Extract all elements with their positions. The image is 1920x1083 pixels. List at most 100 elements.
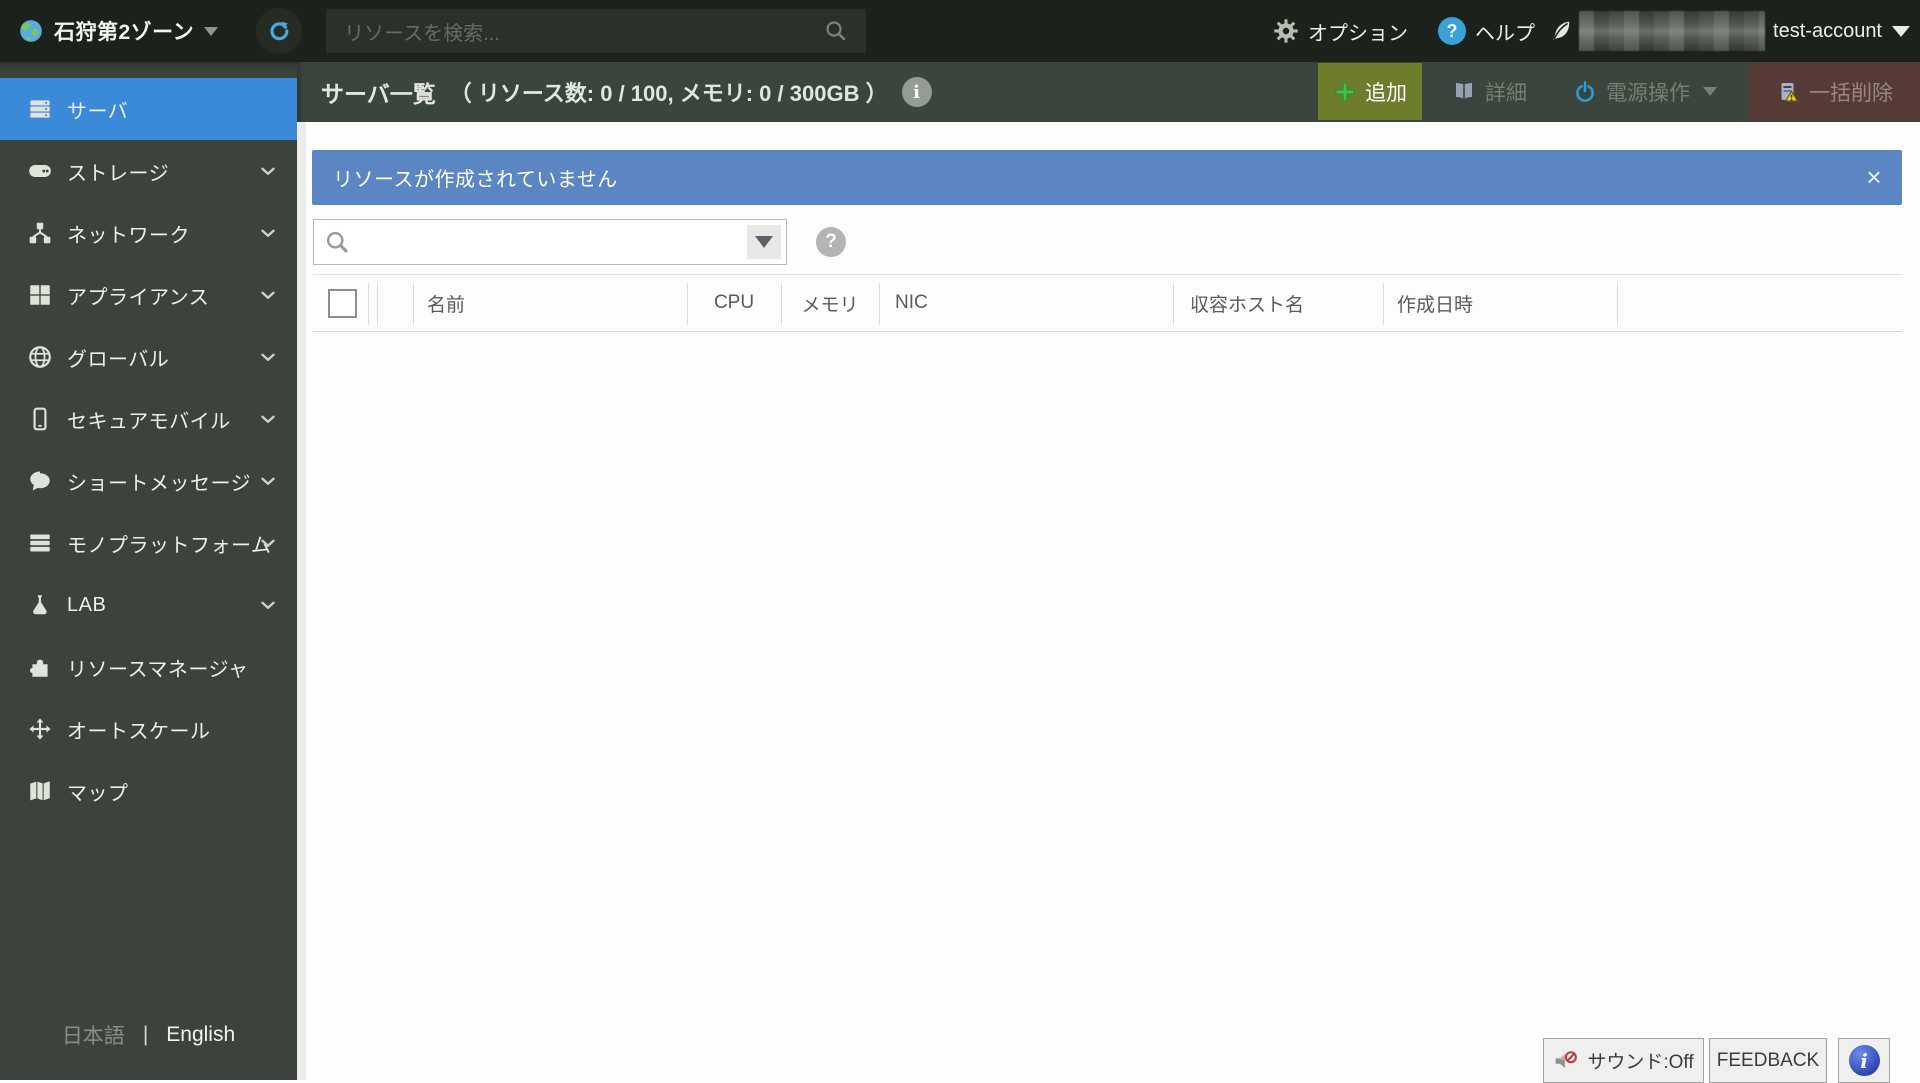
column-header: メモリ: [801, 294, 859, 316]
language-switcher: 日本語 | English: [0, 1020, 297, 1050]
sound-toggle-button[interactable]: サウンド:Off: [1543, 1038, 1704, 1083]
options-label: オプション: [1308, 22, 1409, 45]
sidebar-item-auto-scale[interactable]: オートスケール: [0, 698, 297, 760]
language-english-link[interactable]: English: [166, 1023, 235, 1047]
sidebar-item-label: LAB: [67, 593, 107, 616]
topbar-right: オプション ? ヘルプ test-account: [1273, 11, 1920, 51]
sidebar-item-label: ネットワーク: [67, 224, 190, 247]
column-header: CPU: [713, 292, 755, 313]
sidebar-item-short-message[interactable]: ショートメッセージ: [0, 450, 297, 512]
chevron-down-icon: [204, 26, 219, 36]
bulk-delete-button[interactable]: 一括削除: [1749, 63, 1920, 120]
sidebar-item-storage[interactable]: ストレージ: [0, 140, 297, 202]
chevron-down-icon: [1703, 87, 1717, 96]
globe-logo-icon: [20, 20, 42, 42]
account-name-redacted: [1579, 11, 1766, 51]
topbar: 石狩第2ゾーン リソースを検索... オプション ? ヘルプ test-acco…: [0, 0, 1920, 62]
sidebar-item-secure-mobile[interactable]: セキュアモバイル: [0, 388, 297, 450]
info-icon[interactable]: i: [901, 77, 932, 107]
account-label: test-account: [1773, 19, 1882, 42]
short-message-icon: [26, 467, 54, 495]
server-table-header: 名前 CPU メモリ NIC 収容ホスト名 作成日時: [313, 274, 1902, 332]
select-all-checkbox[interactable]: [328, 289, 357, 318]
resource-manager-icon: [26, 653, 54, 681]
main-content: リソースが作成されていません × ? 名前 CPU メモリ NIC 収容ホスト名 作成日時: [297, 122, 1920, 1080]
empty-resource-banner: リソースが作成されていません ×: [312, 150, 1902, 205]
support-info-button[interactable]: i: [1838, 1038, 1890, 1083]
column-separator: [1617, 283, 1618, 325]
sidebar-item-label: ショートメッセージ: [67, 472, 252, 495]
resource-quota-summary: （ リソース数: 0 / 100, メモリ: 0 / 300GB ）: [449, 81, 888, 106]
sidebar-item-global[interactable]: グローバル: [0, 326, 297, 388]
gear-icon: [1274, 19, 1298, 43]
chevron-down-icon: [257, 470, 279, 492]
delete-server-warning-icon: [1781, 82, 1799, 102]
sidebar-item-label: ストレージ: [67, 162, 170, 185]
column-header: 名前: [427, 294, 466, 316]
options-menu[interactable]: オプション: [1273, 17, 1408, 46]
filter-help-icon[interactable]: ?: [816, 227, 846, 257]
lab-icon: [26, 591, 54, 619]
server-icon: [26, 95, 54, 123]
filter-bar: ?: [313, 219, 846, 265]
sidebar-item-resource-manager[interactable]: リソースマネージャ: [0, 636, 297, 698]
power-icon: [1576, 80, 1594, 102]
feedback-button[interactable]: FEEDBACK: [1709, 1038, 1827, 1083]
sidebar-item-appliance[interactable]: アプライアンス: [0, 264, 297, 326]
speaker-muted-icon: [1556, 1050, 1578, 1068]
close-icon[interactable]: ×: [1858, 162, 1890, 194]
chevron-down-icon: [257, 594, 279, 616]
sidebar-item-server[interactable]: サーバ: [0, 78, 297, 140]
column-separator: [377, 283, 378, 325]
filter-dropdown-button[interactable]: [747, 225, 781, 259]
content-left-gutter: [297, 122, 306, 1080]
sidebar-nav: サーバ ストレージ ネットワーク アプライアンス グローバル セキュアモバイル …: [0, 62, 297, 822]
add-button[interactable]: 追加: [1318, 63, 1422, 120]
filter-search-input[interactable]: [313, 219, 787, 265]
refresh-button[interactable]: [256, 8, 303, 54]
global-icon: [26, 343, 54, 371]
chevron-down-icon: [257, 284, 279, 306]
help-menu[interactable]: ? ヘルプ: [1438, 17, 1535, 46]
chevron-down-icon: [257, 222, 279, 244]
chevron-down-icon: [1892, 25, 1910, 37]
language-divider: |: [142, 1023, 149, 1046]
info-icon: i: [1848, 1045, 1880, 1076]
sidebar-item-label: グローバル: [67, 348, 170, 371]
sidebar-item-label: モノプラットフォーム: [67, 534, 272, 557]
details-button[interactable]: 詳細: [1436, 63, 1543, 120]
search-icon: [826, 21, 846, 41]
help-label: ヘルプ: [1475, 22, 1536, 45]
chevron-down-icon: [257, 408, 279, 430]
banner-message: リソースが作成されていません: [333, 169, 618, 191]
network-icon: [26, 219, 54, 247]
sidebar-item-label: オートスケール: [67, 720, 211, 743]
column-separator: [368, 283, 369, 325]
sidebar: サーバ ストレージ ネットワーク アプライアンス グローバル セキュアモバイル …: [0, 62, 297, 1080]
mono-platform-icon: [26, 529, 54, 557]
chevron-down-icon: [257, 346, 279, 368]
global-search-input[interactable]: リソースを検索...: [326, 9, 867, 53]
column-header: 収容ホスト名: [1190, 294, 1305, 316]
help-icon: ?: [1438, 17, 1467, 45]
chevron-down-icon: [257, 160, 279, 182]
secure-mobile-icon: [26, 405, 54, 433]
zone-selector[interactable]: 石狩第2ゾーン: [0, 16, 219, 46]
sidebar-item-mono-platform[interactable]: モノプラットフォーム: [0, 512, 297, 574]
account-menu[interactable]: test-account: [1773, 20, 1910, 43]
book-icon: [1456, 82, 1472, 99]
sidebar-item-label: サーバ: [67, 100, 129, 123]
sidebar-item-lab[interactable]: LAB: [0, 574, 297, 636]
header-toolbar: 追加 詳細 電源操作 一括削除: [1318, 63, 1920, 120]
auto-scale-icon: [26, 715, 54, 743]
sidebar-item-map[interactable]: マップ: [0, 760, 297, 822]
column-header: NIC: [895, 292, 928, 313]
power-operations-button[interactable]: 電源操作: [1559, 63, 1731, 120]
sidebar-item-label: マップ: [67, 782, 129, 805]
search-icon: [326, 231, 348, 253]
chevron-down-icon: [257, 532, 279, 554]
sidebar-item-network[interactable]: ネットワーク: [0, 202, 297, 264]
feather-icon: [1553, 21, 1570, 40]
chevron-down-icon: [755, 236, 773, 248]
language-japanese-link[interactable]: 日本語: [62, 1020, 125, 1050]
